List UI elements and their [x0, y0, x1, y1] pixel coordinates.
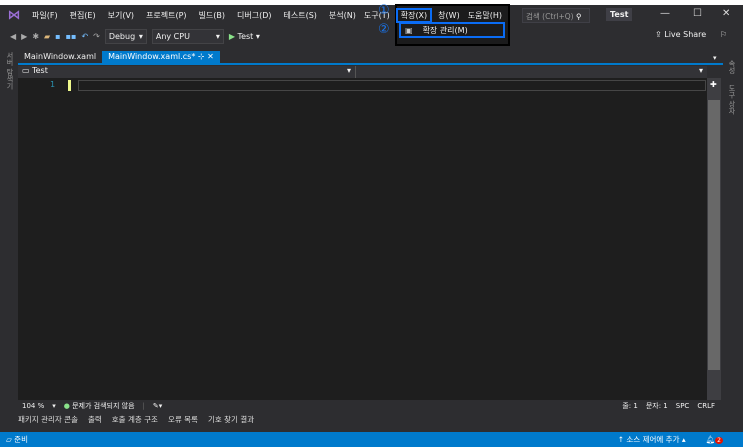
close-button[interactable]: ✕	[722, 8, 730, 19]
save-icon[interactable]: ▪	[55, 32, 60, 41]
server-explorer-rail[interactable]: 서버 탐색기	[5, 52, 15, 112]
menu-build[interactable]: 빌드(B)	[193, 10, 231, 21]
start-button[interactable]: ▶ Test ▾	[229, 32, 260, 41]
new-project-icon[interactable]: ✱	[32, 32, 39, 41]
minimize-button[interactable]: —	[660, 8, 670, 19]
tab-mainwindow-xaml-cs[interactable]: MainWindow.xaml.cs* ⊹ ✕	[102, 51, 220, 63]
properties-rail-tab[interactable]: 속성	[728, 60, 736, 74]
whitespace-indicator: SPC	[675, 402, 690, 410]
line-ending-indicator: CRLF	[697, 402, 715, 410]
menu-edit[interactable]: 편집(E)	[64, 10, 102, 21]
step-1-marker: ①	[378, 3, 390, 18]
cleanup-icon[interactable]: ✎▾	[153, 402, 162, 410]
live-share-icon: ⇪	[655, 30, 662, 39]
redo-icon[interactable]: ↷	[93, 32, 100, 41]
navigation-bar: ▭ Test ▾ ▾	[18, 66, 707, 78]
menu-window[interactable]: 창(W)	[432, 10, 466, 21]
menu-test[interactable]: 테스트(S)	[278, 10, 323, 21]
toolbox-rail-tab[interactable]: 도구 상자	[728, 84, 736, 114]
right-rail: 속성 도구 상자	[727, 60, 737, 114]
configuration-select[interactable]: Debug ▾	[104, 28, 147, 44]
tab-error-list[interactable]: 오류 목록	[168, 414, 198, 425]
modified-marker	[68, 80, 71, 91]
menu-view[interactable]: 보기(V)	[102, 10, 140, 21]
close-tab-icon[interactable]: ✕	[207, 52, 214, 61]
menu-file[interactable]: 파일(F)	[26, 10, 64, 21]
issues-status[interactable]: ● 문제가 검색되지 않음	[64, 401, 135, 411]
editor-status-bar: 104 % ▾ ● 문제가 검색되지 않음 | ✎▾ 줄: 1 문자: 1 SPC …	[18, 400, 721, 412]
toolbar: ◀ ▶ ✱ ▰ ▪ ▪▪ ↶ ↷ Debug ▾ Any CPU ▾ ▶ Test …	[0, 26, 743, 46]
menu-analyze[interactable]: 분석(N)	[323, 10, 362, 21]
class-icon: ▭	[22, 66, 30, 75]
notifications-button[interactable]: 🔔︎ 2	[706, 435, 723, 444]
tab-output[interactable]: 출력	[88, 414, 102, 425]
member-select[interactable]: ▾	[356, 66, 707, 78]
code-editor[interactable]: 1	[18, 78, 707, 400]
search-icon: ⚲	[575, 12, 582, 21]
undo-icon[interactable]: ↶	[81, 32, 88, 41]
search-input[interactable]: 검색 (Ctrl+Q) ⚲	[522, 8, 590, 23]
current-line	[78, 80, 706, 91]
vertical-scrollbar[interactable]: ✚	[707, 78, 721, 400]
tab-call-hierarchy[interactable]: 호출 계층 구조	[112, 414, 158, 425]
feedback-icon[interactable]: ⚐	[720, 30, 727, 39]
scope-select[interactable]: ▭ Test ▾	[18, 66, 356, 78]
tab-dropdown-icon[interactable]: ▾	[713, 54, 717, 62]
save-all-icon[interactable]: ▪▪	[66, 32, 77, 41]
line-number: 1	[50, 80, 56, 89]
open-icon[interactable]: ▰	[44, 32, 50, 41]
split-icon[interactable]: ✚	[710, 80, 717, 89]
line-indicator: 줄: 1	[622, 402, 638, 410]
ready-text: 준비	[14, 435, 28, 444]
check-icon: ●	[63, 402, 70, 410]
document-tabs: MainWindow.xaml MainWindow.xaml.cs* ⊹ ✕	[18, 51, 723, 65]
visual-studio-logo-icon: ⋈	[7, 8, 21, 23]
pin-icon[interactable]: ⊹	[198, 52, 205, 61]
back-icon[interactable]: ◀	[10, 32, 16, 41]
menu-debug[interactable]: 디버그(D)	[231, 10, 277, 21]
col-indicator: 문자: 1	[645, 402, 668, 410]
live-share-button[interactable]: ⇪ Live Share	[655, 30, 706, 39]
menu-help[interactable]: 도움말(H)	[466, 10, 504, 21]
tab-package-manager-console[interactable]: 패키지 관리자 콘솔	[18, 414, 78, 425]
scroll-thumb[interactable]	[708, 100, 720, 370]
add-to-source-control-button[interactable]: ↑ 소스 제어에 추가 ▴	[618, 434, 686, 445]
status-bar: ▱ 준비 ↑ 소스 제어에 추가 ▴ 🔔︎ 2	[0, 432, 743, 447]
zoom-level[interactable]: 104 %	[22, 402, 44, 410]
solution-title: Test	[606, 8, 633, 21]
menu-extensions[interactable]: 확장(X)	[395, 8, 433, 23]
tab-find-symbol-results[interactable]: 기호 찾기 결과	[208, 414, 254, 425]
menu-project[interactable]: 프로젝트(P)	[140, 10, 193, 21]
tool-window-tabs: 패키지 관리자 콘솔 출력 호출 계층 구조 오류 목록 기호 찾기 결과	[18, 414, 254, 425]
ready-icon: ▱	[6, 435, 12, 444]
bell-icon: 🔔︎	[705, 435, 716, 444]
maximize-button[interactable]: ☐	[693, 8, 702, 19]
platform-select[interactable]: Any CPU ▾	[151, 28, 224, 44]
forward-icon[interactable]: ▶	[21, 32, 27, 41]
tab-mainwindow-xaml[interactable]: MainWindow.xaml	[18, 51, 102, 63]
